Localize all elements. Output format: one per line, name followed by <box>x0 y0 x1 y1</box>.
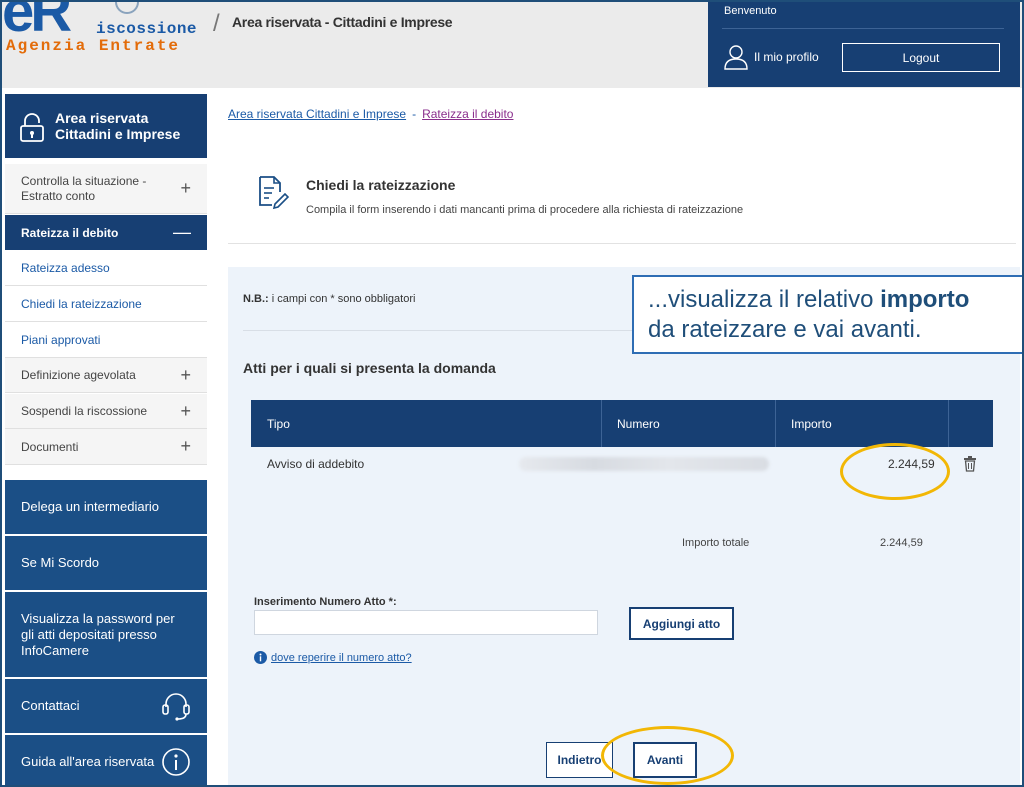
sidebar-header: Area riservata Cittadini e Imprese <box>5 94 207 158</box>
sidebar-item-sospendi-riscossione[interactable]: Sospendi la riscossione + <box>5 394 207 429</box>
numero-atto-label: Inserimento Numero Atto *: <box>254 596 397 608</box>
aggiungi-atto-button[interactable]: Aggiungi atto <box>629 607 734 640</box>
sidebar: Area riservata Cittadini e Imprese Contr… <box>2 94 208 785</box>
sidebar-item-label: Estratto conto <box>21 188 96 203</box>
redacted-number <box>519 457 769 471</box>
sidebar-link-se-mi-scordo[interactable]: Se Mi Scordo <box>5 536 207 592</box>
header-separator: / <box>213 10 220 37</box>
table-row: Avviso di addebito 2.244,59 <box>251 447 993 481</box>
delete-row-button[interactable] <box>963 447 977 481</box>
sidebar-item-rateizza-adesso[interactable]: Rateizza adesso <box>5 251 207 286</box>
user-icon <box>724 45 748 70</box>
sidebar-title-line1: Area riservata <box>55 110 149 126</box>
headset-icon <box>162 693 190 721</box>
note-prefix: N.B.: <box>243 293 269 305</box>
expand-plus-icon[interactable]: + <box>180 401 191 422</box>
sidebar-item-rateizza-debito[interactable]: Rateizza il debito — <box>5 215 207 250</box>
trash-icon <box>964 456 976 472</box>
profile-label: Il mio profilo <box>754 50 819 64</box>
info-icon <box>162 748 190 776</box>
screen-frame: eR iscossione Agenzia Entrate / Area ris… <box>0 0 1024 787</box>
sidebar-item-chiedi-rateizzazione[interactable]: Chiedi la rateizzazione <box>5 287 207 322</box>
breadcrumb-rateizza-debito[interactable]: Rateizza il debito <box>422 107 513 121</box>
note-text: i campi con * sono obbligatori <box>268 293 416 305</box>
cell-numero-redacted <box>519 447 769 481</box>
expand-plus-icon[interactable]: + <box>180 179 191 197</box>
expand-plus-icon[interactable]: + <box>180 436 191 457</box>
sidebar-item-label: Piani approvati <box>21 333 101 347</box>
page-title: Chiedi la rateizzazione <box>306 177 456 193</box>
logo-text-riscossione: iscossione <box>96 20 198 38</box>
divider <box>228 243 1016 244</box>
sidebar-link-label: Guida all'area riservata <box>21 754 155 769</box>
sidebar-item-piani-approvati[interactable]: Piani approvati <box>5 323 207 358</box>
numero-atto-input[interactable] <box>254 610 598 635</box>
sidebar-item-label: Chiedi la rateizzazione <box>21 297 142 311</box>
column-separator <box>948 400 949 447</box>
sidebar-item-documenti[interactable]: Documenti + <box>5 429 207 465</box>
total-value: 2.244,59 <box>880 537 923 549</box>
sidebar-item-label: Rateizza adesso <box>21 261 110 275</box>
indietro-button[interactable]: Indietro <box>546 742 613 778</box>
info-circle-icon <box>254 651 267 664</box>
sidebar-item-label: Definizione agevolata <box>21 368 136 382</box>
welcome-text: Benvenuto <box>724 5 777 17</box>
sidebar-link-delega-intermediario[interactable]: Delega un intermediario <box>5 480 207 536</box>
user-box: Benvenuto Il mio profilo Logout <box>708 2 1020 87</box>
header-title: Area riservata - Cittadini e Imprese <box>232 14 453 30</box>
table-header: Tipo Numero Importo <box>251 400 993 447</box>
column-header-tipo: Tipo <box>267 416 290 431</box>
expand-plus-icon[interactable]: + <box>180 365 191 386</box>
sidebar-item-controlla-situazione[interactable]: Controlla la situazione - Estratto conto… <box>5 164 207 214</box>
required-fields-note: N.B.: i campi con * sono obbligatori <box>243 293 415 305</box>
logout-button[interactable]: Logout <box>842 43 1000 72</box>
sidebar-title: Area riservata Cittadini e Imprese <box>55 110 180 142</box>
avanti-button[interactable]: Avanti <box>633 742 697 778</box>
sidebar-item-label: Controlla la situazione - <box>21 173 147 188</box>
sidebar-link-guida-area-riservata[interactable]: Guida all'area riservata <box>5 735 207 785</box>
divider <box>243 330 643 331</box>
help-link-label: dove reperire il numero atto? <box>271 651 412 664</box>
annotation-text: ...visualizza il relativo <box>648 286 881 313</box>
logo-text-agenzia-entrate: Agenzia Entrate <box>6 37 181 55</box>
sidebar-item-label: Sospendi la riscossione <box>21 404 148 418</box>
sidebar-item-label: Documenti <box>21 439 79 454</box>
emblem-icon <box>115 2 139 14</box>
annotation-bold-text: importo <box>880 286 970 313</box>
sidebar-item-definizione-agevolata[interactable]: Definizione agevolata + <box>5 358 207 393</box>
lock-icon <box>20 113 44 142</box>
total-label: Importo totale <box>682 537 750 549</box>
page-subtitle: Compila il form inserendo i dati mancant… <box>306 204 744 216</box>
sidebar-link-label: Visualizza la password per <box>21 610 175 626</box>
collapse-minus-icon[interactable]: — <box>173 222 191 243</box>
sidebar-link-contattaci[interactable]: Contattaci <box>5 679 207 735</box>
annotation-callout: ...visualizza il relativo importo da rat… <box>632 275 1022 354</box>
column-header-importo: Importo <box>791 416 832 431</box>
header: eR iscossione Agenzia Entrate / Area ris… <box>2 2 1022 88</box>
sidebar-link-password-infocamere[interactable]: Visualizza la password per gli atti depo… <box>5 592 207 679</box>
sidebar-item-label: Rateizza il debito <box>21 225 119 240</box>
sidebar-link-label: gli atti depositati presso <box>21 626 157 642</box>
profile-link[interactable]: Il mio profilo <box>724 44 819 70</box>
sidebar-link-label: Contattaci <box>21 698 80 713</box>
document-edit-icon <box>259 176 290 210</box>
section-title: Atti per i quali si presenta la domanda <box>243 360 496 376</box>
cell-importo: 2.244,59 <box>888 457 935 471</box>
column-header-numero: Numero <box>617 416 660 431</box>
agenzia-entrate-riscossione-logo[interactable]: eR iscossione Agenzia Entrate <box>2 2 212 62</box>
breadcrumb-separator: - <box>412 107 417 121</box>
sidebar-link-label: Se Mi Scordo <box>21 555 100 570</box>
annotation-text: da rateizzare e vai avanti. <box>648 316 922 343</box>
cell-tipo: Avviso di addebito <box>267 457 365 471</box>
sidebar-link-label: InfoCamere <box>21 642 89 658</box>
help-link[interactable]: dove reperire il numero atto? <box>254 651 412 664</box>
user-box-divider <box>722 28 1004 29</box>
breadcrumb: Area riservata Cittadini e Imprese - Ratei… <box>228 107 513 121</box>
sidebar-link-label: Delega un intermediario <box>21 499 160 514</box>
breadcrumb-area-riservata[interactable]: Area riservata Cittadini e Imprese <box>228 107 406 121</box>
sidebar-title-line2: Cittadini e Imprese <box>55 126 181 142</box>
